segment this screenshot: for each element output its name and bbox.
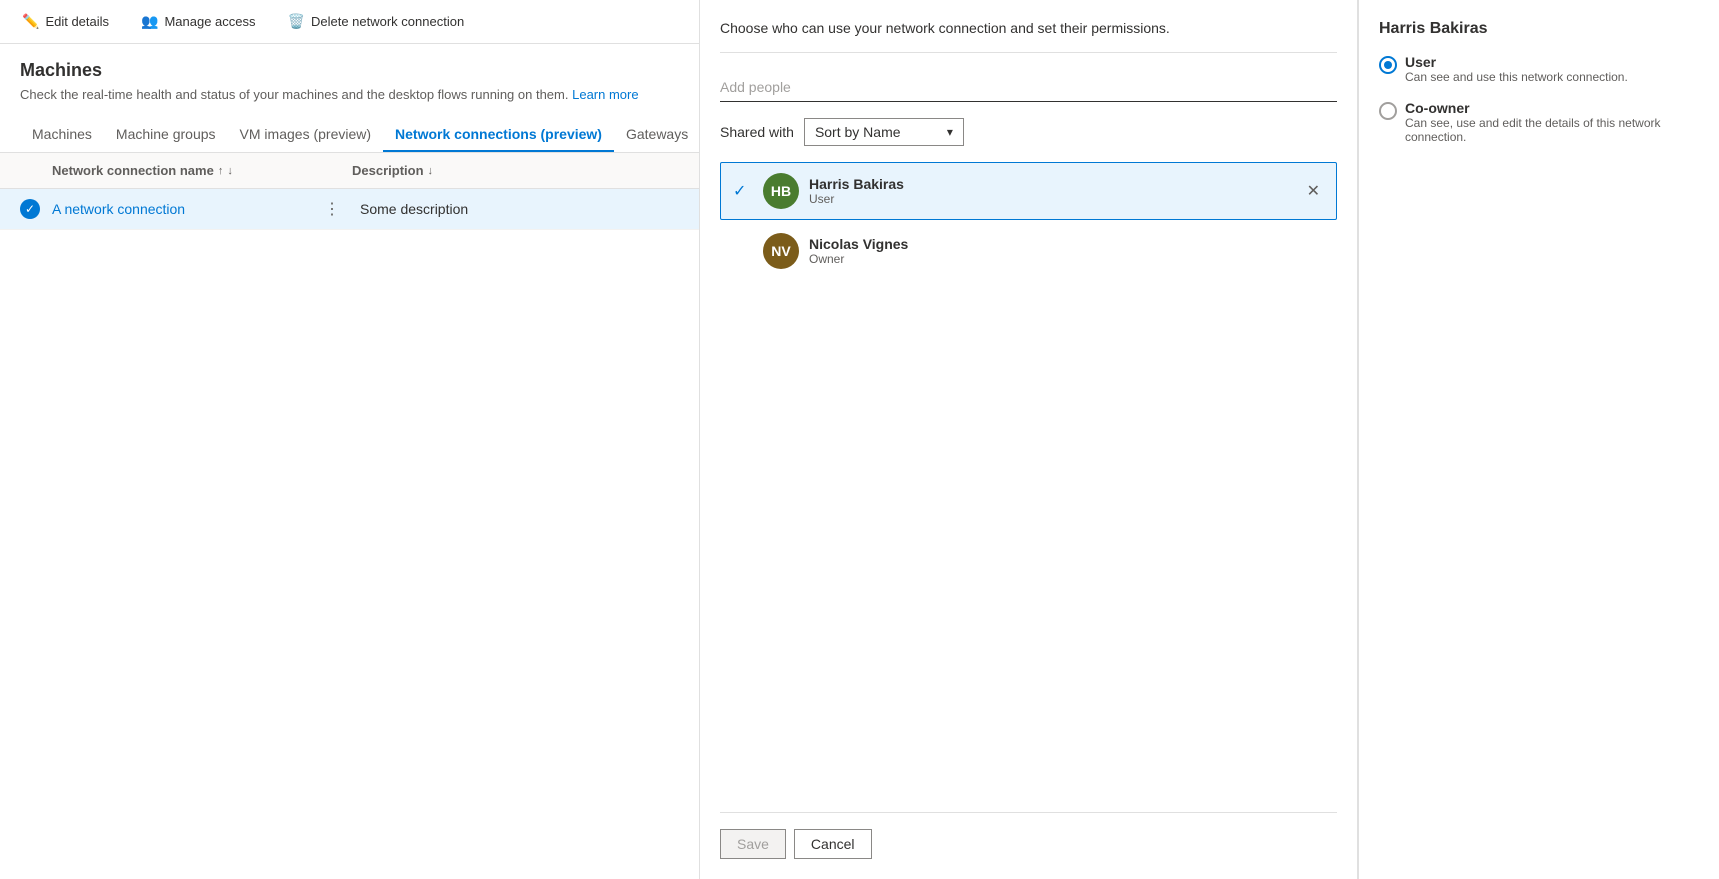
permission-label-coowner: Co-owner [1405, 100, 1699, 116]
person-avatar-harris: HB [763, 173, 799, 209]
person-name-nicolas: Nicolas Vignes [809, 236, 1324, 252]
tab-machines[interactable]: Machines [20, 118, 104, 152]
tab-gateways[interactable]: Gateways [614, 118, 700, 152]
person-check-icon: ✓ [733, 181, 753, 201]
person-role-harris: User [809, 192, 1303, 206]
sort-by-label: Sort by Name [815, 124, 901, 140]
permission-desc-user: Can see and use this network connection. [1405, 70, 1628, 84]
person-avatar-nicolas: NV [763, 233, 799, 269]
shared-with-label: Shared with [720, 124, 794, 140]
person-info-nicolas: Nicolas Vignes Owner [809, 236, 1324, 266]
person-role-nicolas: Owner [809, 252, 1324, 266]
radio-user[interactable] [1379, 56, 1397, 74]
permission-user-name: Harris Bakiras [1379, 20, 1699, 38]
permission-text-user: User Can see and use this network connec… [1405, 54, 1628, 84]
machines-description: Check the real-time health and status of… [20, 87, 679, 102]
add-people-section [720, 73, 1337, 102]
list-header: Network connection name ↑ ↓ Description … [0, 153, 699, 189]
permission-option-coowner[interactable]: Co-owner Can see, use and edit the detai… [1379, 100, 1699, 144]
person-nicolas-vignes[interactable]: ✓ NV Nicolas Vignes Owner [720, 222, 1337, 280]
left-panel: ✏️ Edit details 👥 Manage access 🗑️ Delet… [0, 0, 700, 879]
manage-description: Choose who can use your network connecti… [720, 20, 1337, 53]
person-remove-harris-button[interactable]: ✕ [1303, 177, 1324, 205]
page-title: Machines [20, 60, 679, 81]
permission-panel: Harris Bakiras User Can see and use this… [1359, 0, 1719, 879]
row-checkbox[interactable]: ✓ [20, 199, 44, 219]
learn-more-link[interactable]: Learn more [572, 87, 638, 102]
permission-label-user: User [1405, 54, 1628, 70]
manage-access-button[interactable]: 👥 Manage access [135, 9, 262, 34]
tab-machine-groups[interactable]: Machine groups [104, 118, 228, 152]
col-desc-header[interactable]: Description ↓ [352, 163, 679, 178]
edit-icon: ✏️ [22, 13, 39, 30]
person-harris-bakiras[interactable]: ✓ HB Harris Bakiras User ✕ [720, 162, 1337, 220]
permission-text-coowner: Co-owner Can see, use and edit the detai… [1405, 100, 1699, 144]
save-button[interactable]: Save [720, 829, 786, 859]
col-desc-sort-icon: ↓ [428, 165, 434, 177]
table-row[interactable]: ✓ A network connection ⋮ Some descriptio… [0, 189, 699, 230]
shared-with-row: Shared with Sort by Name ▾ [720, 118, 1337, 146]
network-connections-list: Network connection name ↑ ↓ Description … [0, 153, 699, 879]
toolbar: ✏️ Edit details 👥 Manage access 🗑️ Delet… [0, 0, 699, 44]
row-description: Some description [360, 201, 679, 217]
person-name-harris: Harris Bakiras [809, 176, 1303, 192]
radio-coowner[interactable] [1379, 102, 1397, 120]
tab-vm-images[interactable]: VM images (preview) [228, 118, 383, 152]
person-info-harris: Harris Bakiras User [809, 176, 1303, 206]
check-circle-icon: ✓ [20, 199, 40, 219]
sort-asc-icon: ↑ [218, 165, 224, 177]
row-network-name[interactable]: A network connection [52, 201, 312, 217]
people-list: ✓ HB Harris Bakiras User ✕ ✓ NV Nicolas … [720, 162, 1337, 812]
permission-option-user[interactable]: User Can see and use this network connec… [1379, 54, 1699, 84]
manage-access-panel: Choose who can use your network connecti… [700, 0, 1358, 879]
sort-by-dropdown[interactable]: Sort by Name ▾ [804, 118, 964, 146]
manage-footer: Save Cancel [720, 812, 1337, 859]
cancel-button[interactable]: Cancel [794, 829, 872, 859]
col-name-header[interactable]: Network connection name ↑ ↓ [52, 163, 352, 178]
delete-network-connection-button[interactable]: 🗑️ Delete network connection [282, 9, 471, 34]
tab-network-connections[interactable]: Network connections (preview) [383, 118, 614, 152]
edit-details-button[interactable]: ✏️ Edit details [16, 9, 115, 34]
chevron-down-icon: ▾ [947, 125, 953, 139]
delete-icon: 🗑️ [288, 13, 305, 30]
permission-desc-coowner: Can see, use and edit the details of thi… [1405, 116, 1699, 144]
sort-desc-icon: ↓ [227, 165, 233, 177]
add-people-input[interactable] [720, 73, 1337, 102]
tab-bar: Machines Machine groups VM images (previ… [0, 118, 699, 153]
people-icon: 👥 [141, 13, 158, 30]
machines-section: Machines Check the real-time health and … [0, 44, 699, 153]
right-panel: Choose who can use your network connecti… [700, 0, 1719, 879]
row-more-menu-button[interactable]: ⋮ [324, 199, 348, 219]
